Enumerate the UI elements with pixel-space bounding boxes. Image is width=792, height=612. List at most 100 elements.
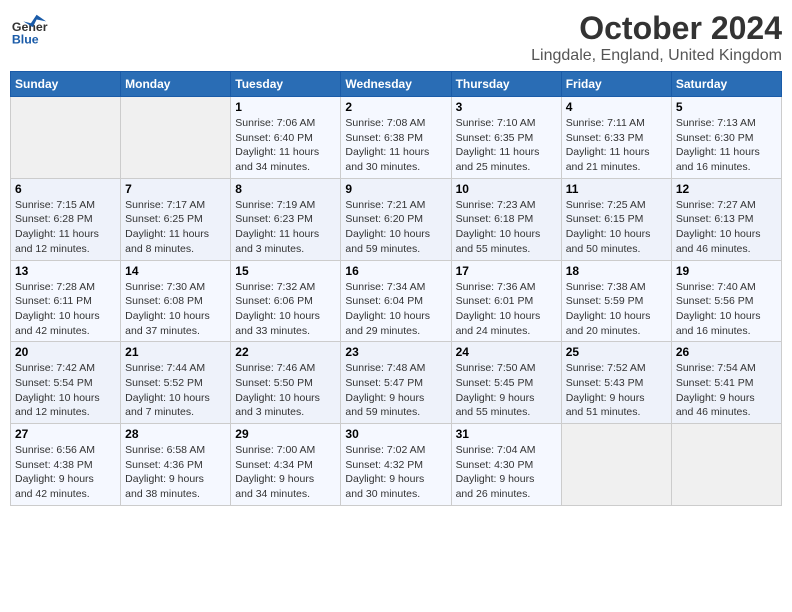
logo: General Blue [10,10,48,48]
col-wednesday: Wednesday [341,72,451,97]
table-row: 2 Sunrise: 7:08 AM Sunset: 6:38 PM Daylig… [341,97,451,179]
day-info: Sunrise: 7:04 AM Sunset: 4:30 PM Dayligh… [456,443,557,502]
day-info: Sunrise: 7:27 AM Sunset: 6:13 PM Dayligh… [676,198,777,257]
table-row: 9Sunrise: 7:21 AM Sunset: 6:20 PM Daylig… [341,178,451,260]
day-number: 1 [235,100,336,114]
day-info: Sunrise: 7:46 AM Sunset: 5:50 PM Dayligh… [235,361,336,420]
day-number: 7 [125,182,226,196]
calendar-table: Sunday Monday Tuesday Wednesday Thursday… [10,71,782,506]
title-block: October 2024 Lingdale, England, United K… [531,10,782,65]
day-info: Sunrise: 7:48 AM Sunset: 5:47 PM Dayligh… [345,361,446,420]
day-number: 27 [15,427,116,441]
calendar-week-row: 20 Sunrise: 7:42 AM Sunset: 5:54 PM Dayli… [11,342,782,424]
day-info: Sunrise: 7:19 AM Sunset: 6:23 PM Dayligh… [235,198,336,257]
day-info: Sunrise: 7:15 AM Sunset: 6:28 PM Dayligh… [15,198,116,257]
table-row: 25 Sunrise: 7:52 AM Sunset: 5:43 PM Dayli… [561,342,671,424]
day-info: Sunrise: 7:44 AM Sunset: 5:52 PM Dayligh… [125,361,226,420]
page-subtitle: Lingdale, England, United Kingdom [531,47,782,65]
day-info: Sunrise: 7:28 AM Sunset: 6:11 PM Dayligh… [15,280,116,339]
day-info: Sunrise: 7:06 AM Sunset: 6:40 PM Dayligh… [235,116,336,175]
table-row: 29 Sunrise: 7:00 AM Sunset: 4:34 PM Dayli… [231,424,341,506]
day-info: Sunrise: 7:38 AM Sunset: 5:59 PM Dayligh… [566,280,667,339]
day-number: 30 [345,427,446,441]
table-row: 14 Sunrise: 7:30 AM Sunset: 6:08 PM Dayli… [121,260,231,342]
day-number: 23 [345,345,446,359]
day-info: Sunrise: 7:50 AM Sunset: 5:45 PM Dayligh… [456,361,557,420]
table-row: 21 Sunrise: 7:44 AM Sunset: 5:52 PM Dayli… [121,342,231,424]
day-info: Sunrise: 7:08 AM Sunset: 6:38 PM Dayligh… [345,116,446,175]
table-row: 23 Sunrise: 7:48 AM Sunset: 5:47 PM Dayli… [341,342,451,424]
table-row: 27 Sunrise: 6:56 AM Sunset: 4:38 PM Dayli… [11,424,121,506]
table-row: 7 Sunrise: 7:17 AM Sunset: 6:25 PM Daylig… [121,178,231,260]
day-number: 16 [345,264,446,278]
logo-icon: General Blue [10,10,48,48]
day-number: 26 [676,345,777,359]
day-info: Sunrise: 7:00 AM Sunset: 4:34 PM Dayligh… [235,443,336,502]
day-info: Sunrise: 7:13 AM Sunset: 6:30 PM Dayligh… [676,116,777,175]
day-number: 24 [456,345,557,359]
table-row: 30Sunrise: 7:02 AM Sunset: 4:32 PM Dayli… [341,424,451,506]
calendar-week-row: 6 Sunrise: 7:15 AM Sunset: 6:28 PM Daylig… [11,178,782,260]
day-info: Sunrise: 7:32 AM Sunset: 6:06 PM Dayligh… [235,280,336,339]
day-number: 15 [235,264,336,278]
day-number: 20 [15,345,116,359]
calendar-week-row: 1 Sunrise: 7:06 AM Sunset: 6:40 PM Daylig… [11,97,782,179]
day-number: 19 [676,264,777,278]
table-row: 5 Sunrise: 7:13 AM Sunset: 6:30 PM Daylig… [671,97,781,179]
table-row: 15 Sunrise: 7:32 AM Sunset: 6:06 PM Dayli… [231,260,341,342]
table-row: 24 Sunrise: 7:50 AM Sunset: 5:45 PM Dayli… [451,342,561,424]
day-number: 22 [235,345,336,359]
day-number: 13 [15,264,116,278]
day-info: Sunrise: 7:17 AM Sunset: 6:25 PM Dayligh… [125,198,226,257]
svg-text:Blue: Blue [12,32,39,46]
day-info: Sunrise: 7:23 AM Sunset: 6:18 PM Dayligh… [456,198,557,257]
table-row: 28Sunrise: 6:58 AM Sunset: 4:36 PM Dayli… [121,424,231,506]
day-number: 12 [676,182,777,196]
day-number: 3 [456,100,557,114]
table-row: 19 Sunrise: 7:40 AM Sunset: 5:56 PM Dayli… [671,260,781,342]
day-info: Sunrise: 6:56 AM Sunset: 4:38 PM Dayligh… [15,443,116,502]
day-number: 11 [566,182,667,196]
table-row: 26 Sunrise: 7:54 AM Sunset: 5:41 PM Dayli… [671,342,781,424]
table-row: 12 Sunrise: 7:27 AM Sunset: 6:13 PM Dayli… [671,178,781,260]
day-info: Sunrise: 7:25 AM Sunset: 6:15 PM Dayligh… [566,198,667,257]
table-row [11,97,121,179]
day-info: Sunrise: 7:30 AM Sunset: 6:08 PM Dayligh… [125,280,226,339]
day-number: 5 [676,100,777,114]
calendar-week-row: 13 Sunrise: 7:28 AM Sunset: 6:11 PM Dayli… [11,260,782,342]
table-row: 22 Sunrise: 7:46 AM Sunset: 5:50 PM Dayli… [231,342,341,424]
day-number: 29 [235,427,336,441]
day-info: Sunrise: 7:42 AM Sunset: 5:54 PM Dayligh… [15,361,116,420]
day-info: Sunrise: 7:54 AM Sunset: 5:41 PM Dayligh… [676,361,777,420]
table-row: 16 Sunrise: 7:34 AM Sunset: 6:04 PM Dayli… [341,260,451,342]
day-info: Sunrise: 7:34 AM Sunset: 6:04 PM Dayligh… [345,280,446,339]
page-header: General Blue October 2024 Lingdale, Engl… [10,10,782,65]
day-number: 6 [15,182,116,196]
day-number: 17 [456,264,557,278]
day-number: 21 [125,345,226,359]
day-info: Sunrise: 7:52 AM Sunset: 5:43 PM Dayligh… [566,361,667,420]
table-row: 31Sunrise: 7:04 AM Sunset: 4:30 PM Dayli… [451,424,561,506]
day-number: 28 [125,427,226,441]
table-row: 4Sunrise: 7:11 AM Sunset: 6:33 PM Daylig… [561,97,671,179]
day-number: 18 [566,264,667,278]
table-row: 6 Sunrise: 7:15 AM Sunset: 6:28 PM Daylig… [11,178,121,260]
day-info: Sunrise: 7:40 AM Sunset: 5:56 PM Dayligh… [676,280,777,339]
day-number: 8 [235,182,336,196]
table-row: 1 Sunrise: 7:06 AM Sunset: 6:40 PM Daylig… [231,97,341,179]
table-row: 13 Sunrise: 7:28 AM Sunset: 6:11 PM Dayli… [11,260,121,342]
table-row [121,97,231,179]
col-friday: Friday [561,72,671,97]
table-row [671,424,781,506]
day-number: 14 [125,264,226,278]
day-number: 25 [566,345,667,359]
col-tuesday: Tuesday [231,72,341,97]
day-info: Sunrise: 7:11 AM Sunset: 6:33 PM Dayligh… [566,116,667,175]
day-info: Sunrise: 7:36 AM Sunset: 6:01 PM Dayligh… [456,280,557,339]
table-row: 18 Sunrise: 7:38 AM Sunset: 5:59 PM Dayli… [561,260,671,342]
day-info: Sunrise: 7:10 AM Sunset: 6:35 PM Dayligh… [456,116,557,175]
day-number: 2 [345,100,446,114]
col-saturday: Saturday [671,72,781,97]
calendar-header-row: Sunday Monday Tuesday Wednesday Thursday… [11,72,782,97]
table-row: 11 Sunrise: 7:25 AM Sunset: 6:15 PM Dayli… [561,178,671,260]
